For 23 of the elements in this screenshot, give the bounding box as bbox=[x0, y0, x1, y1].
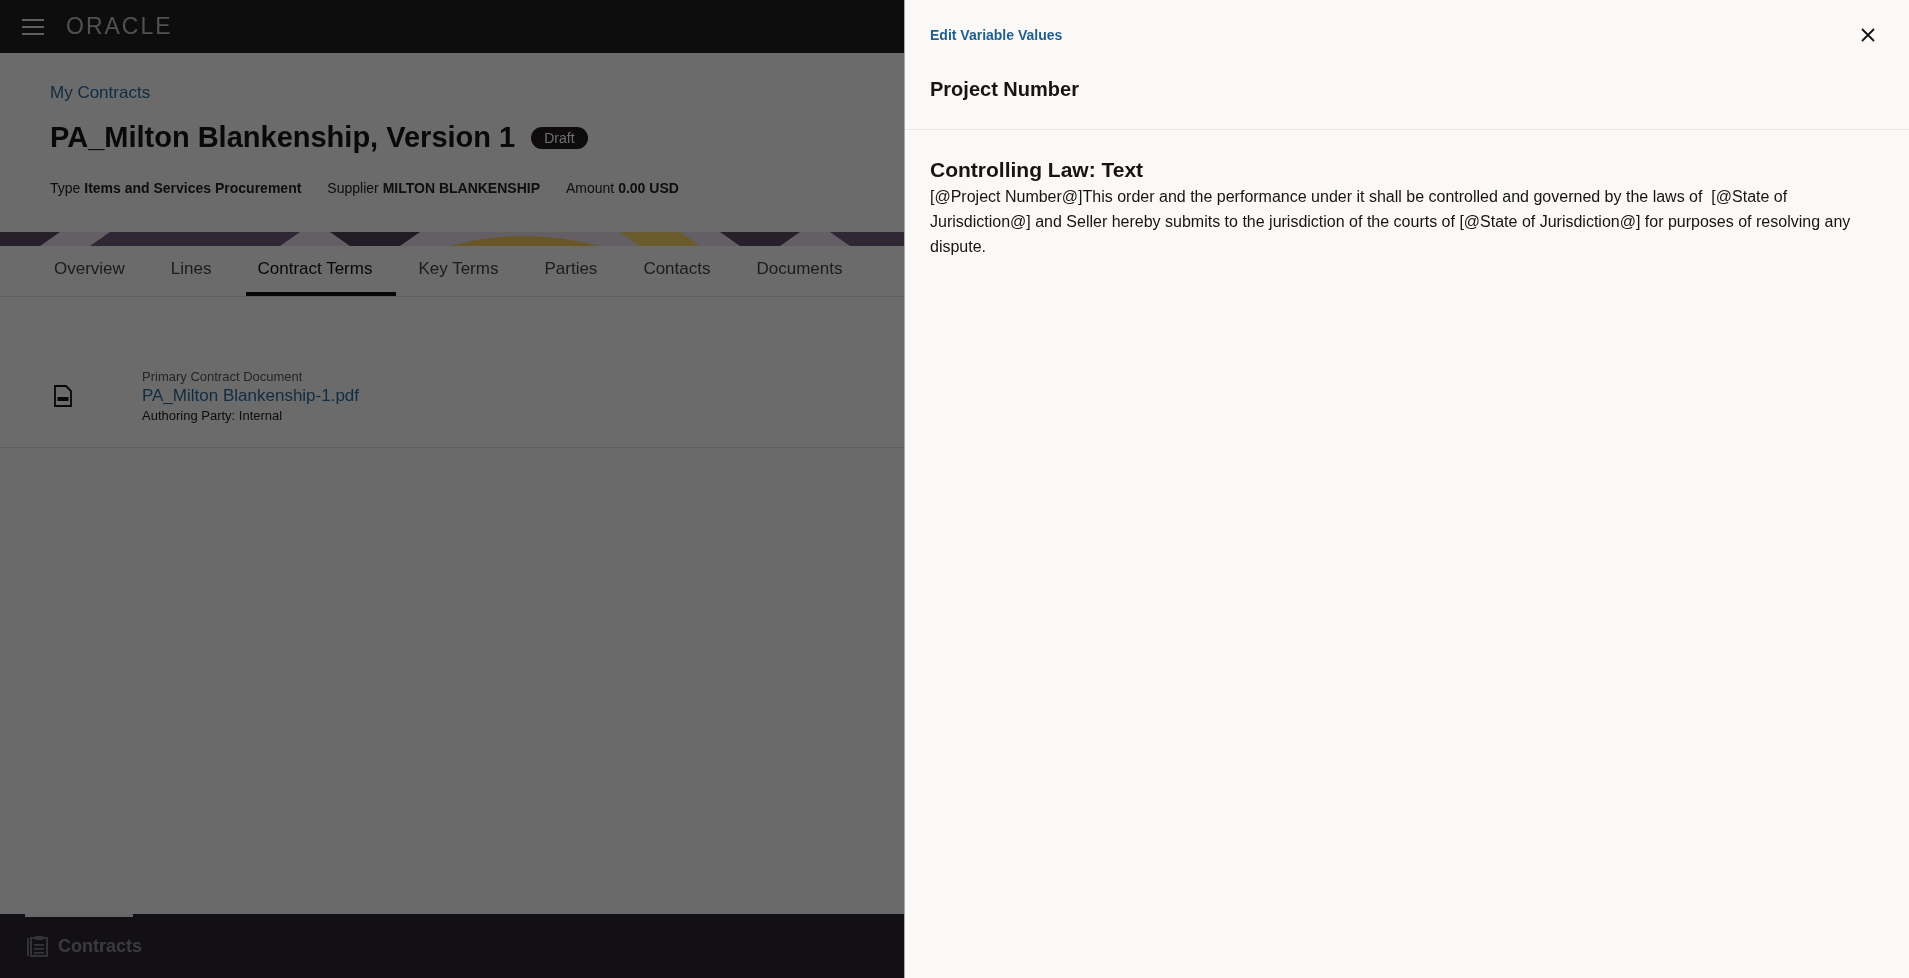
breadcrumb-link[interactable]: My Contracts bbox=[50, 83, 854, 103]
document-link[interactable]: PA_Milton Blankenship-1.pdf bbox=[142, 386, 360, 406]
tab[interactable]: Lines bbox=[158, 246, 236, 296]
tab[interactable]: Contacts bbox=[631, 246, 735, 296]
logo: ORACLE bbox=[66, 13, 173, 40]
tab[interactable]: Overview bbox=[42, 246, 149, 296]
status-badge: Draft bbox=[531, 126, 588, 149]
clause-text: [@Project Number@]This order and the performance under it shall be controlled and governed by the laws of [@State of Jurisdiction@] and Seller hereby submits to the jurisdiction of the courts of [@State of Jurisdiction@] for purposes of resolving any dispute. bbox=[930, 187, 1852, 257]
clipboard-icon[interactable] bbox=[26, 935, 48, 957]
drawer-title: Project Number bbox=[930, 78, 1080, 101]
meta-field: Amount 0.00 USD bbox=[566, 180, 679, 196]
menu-icon[interactable] bbox=[22, 18, 44, 35]
meta-field: Supplier MILTON BLANKENSHIP bbox=[327, 180, 540, 196]
tab[interactable]: Key Terms bbox=[406, 246, 523, 296]
authoring-party: Authoring Party: Internal bbox=[142, 408, 284, 423]
tab[interactable]: Documents bbox=[744, 246, 867, 296]
document-caption: Primary Contract Document bbox=[142, 369, 304, 384]
page-title: PA_Milton Blankenship, Version 1 bbox=[50, 121, 516, 154]
section-title: Controlling Law: Text bbox=[930, 158, 1145, 182]
edit-variable-values-link[interactable]: Edit Variable Values bbox=[930, 27, 1063, 43]
tab[interactable]: Parties bbox=[532, 246, 622, 296]
pdf-file-icon bbox=[54, 385, 72, 407]
meta-field: Type Items and Services Procurement bbox=[50, 180, 302, 196]
